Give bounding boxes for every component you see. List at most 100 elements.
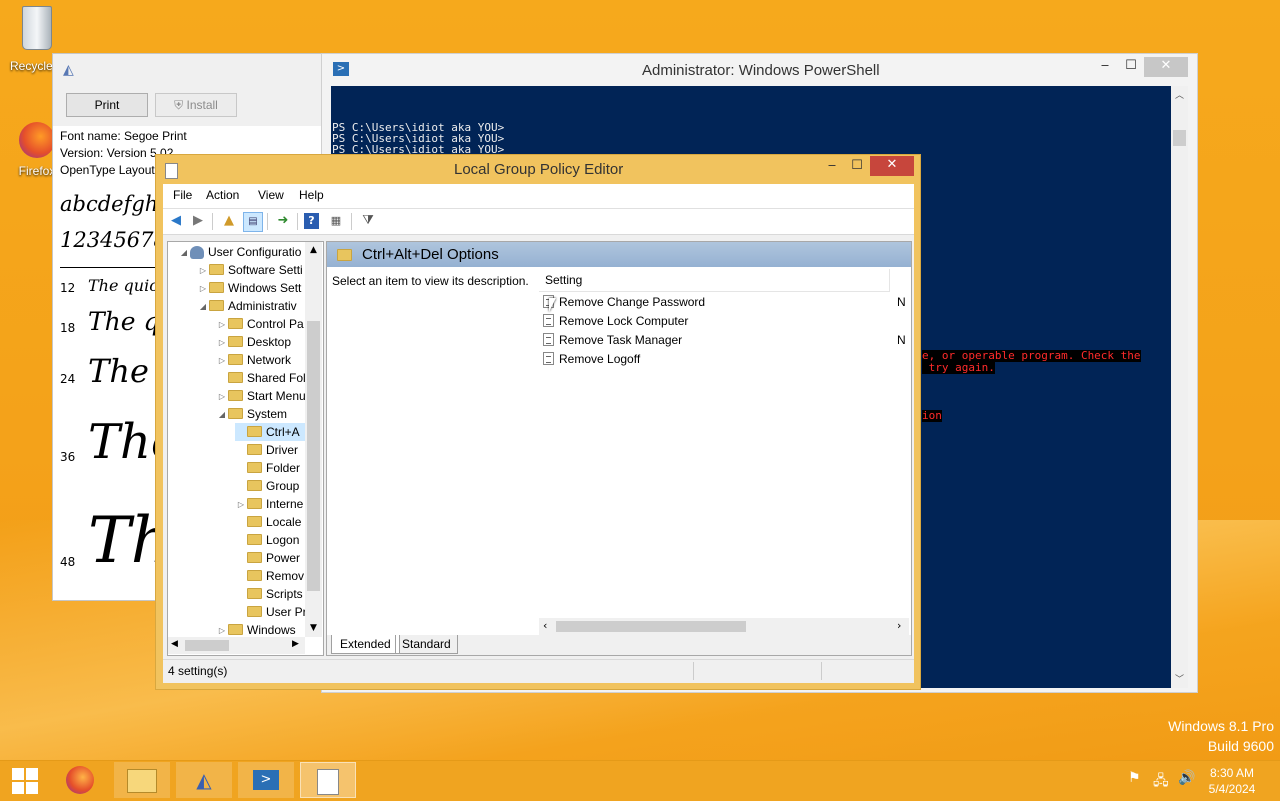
size-label-36: 36	[60, 450, 76, 464]
collapsed-arrow-icon[interactable]: ▷	[216, 316, 228, 334]
tree-item[interactable]: Ctrl+A	[235, 423, 308, 441]
properties-icon[interactable]: ▦	[327, 212, 345, 230]
expanded-arrow-icon[interactable]: ◢	[216, 406, 228, 424]
vertical-scrollbar[interactable]: ︿ ﹀	[1171, 86, 1188, 688]
tray-flag-icon[interactable]: ⚑	[1128, 770, 1141, 786]
menu-view[interactable]: View	[258, 184, 284, 206]
install-button[interactable]: ⛨ Install	[155, 93, 237, 117]
up-folder-icon[interactable]: ▲	[220, 212, 238, 230]
console-output: PS C:\Users\idiot aka YOU> PS C:\Users\i…	[332, 122, 504, 155]
tree-item[interactable]: User Pr	[235, 603, 307, 621]
scroll-thumb[interactable]	[1173, 130, 1186, 146]
start-button[interactable]	[10, 766, 40, 794]
tree-item[interactable]: ▷ Windows Sett	[197, 279, 301, 297]
collapsed-arrow-icon[interactable]: ▷	[216, 388, 228, 406]
tab-standard[interactable]: Standard	[395, 635, 458, 654]
tree-item[interactable]: ◢ System	[216, 405, 287, 423]
maximize-button[interactable]: ☐	[1116, 57, 1146, 77]
tree-item[interactable]: ▷ Desktop	[216, 333, 291, 351]
setting-row[interactable]: Remove Logoff	[543, 350, 911, 369]
tree-item[interactable]: ▷ Software Setti	[197, 261, 303, 279]
scroll-right-icon[interactable]: ▶	[292, 639, 299, 649]
scroll-thumb[interactable]	[185, 640, 229, 651]
tree-pane[interactable]: ◢ User Configuratio ▷ Software Setti ▷ Window…	[167, 241, 324, 656]
tree-item[interactable]: Group	[235, 477, 299, 495]
expanded-arrow-icon[interactable]: ◢	[197, 298, 209, 316]
scroll-thumb[interactable]	[307, 321, 320, 591]
taskbar-firefox[interactable]	[52, 762, 108, 798]
menu-help[interactable]: Help	[299, 184, 324, 206]
scroll-right-icon[interactable]: ›	[897, 619, 901, 632]
tree-item-label: Interne	[266, 497, 304, 511]
scroll-thumb[interactable]	[556, 621, 746, 632]
menu-action[interactable]: Action	[206, 184, 239, 206]
collapsed-arrow-icon[interactable]: ▷	[216, 334, 228, 352]
folder-icon	[247, 570, 262, 582]
scroll-left-icon[interactable]: ‹	[543, 619, 547, 632]
tree-item[interactable]: ▷ Windows	[216, 621, 296, 637]
scroll-left-icon[interactable]: ◀	[171, 639, 178, 649]
collapsed-arrow-icon[interactable]: ▷	[197, 262, 209, 280]
tree-vertical-scrollbar[interactable]: ▲ ▼	[305, 242, 322, 637]
clock[interactable]: 8:30 AM 5/4/2024	[1200, 765, 1264, 797]
scroll-up-icon[interactable]: ︿	[1171, 88, 1188, 101]
details-horizontal-scrollbar[interactable]: ‹ ›	[539, 618, 909, 635]
taskbar-notepad[interactable]	[300, 762, 356, 798]
collapsed-arrow-icon[interactable]: ▷	[216, 622, 228, 637]
collapsed-arrow-icon[interactable]: ▷	[197, 280, 209, 298]
tree-item[interactable]: Driver	[235, 441, 298, 459]
tree-item[interactable]: ▷ Control Pa	[216, 315, 304, 333]
tree-item[interactable]: Remov	[235, 567, 304, 585]
tree-item[interactable]: Folder	[235, 459, 300, 477]
tree-item-label: Power	[266, 551, 301, 565]
tree-horizontal-scrollbar[interactable]: ◀ ▶	[168, 637, 305, 654]
tree-item[interactable]: ▷ Start Menu	[216, 387, 306, 405]
tray-network-icon[interactable]: 🖧	[1153, 770, 1169, 794]
tree-item-label: User Pr	[266, 605, 307, 619]
column-header-setting[interactable]: Setting	[539, 269, 890, 292]
export-list-icon[interactable]: ➜	[274, 212, 292, 230]
mouse-cursor-icon	[549, 298, 556, 312]
tree-item[interactable]: ◢ User Configuratio	[178, 243, 301, 261]
setting-row[interactable]: Remove Lock Computer	[543, 312, 911, 331]
back-icon[interactable]: ◀	[167, 212, 185, 230]
close-button[interactable]: ✕	[1144, 57, 1188, 77]
taskbar-file-explorer[interactable]	[114, 762, 170, 798]
help-icon[interactable]: ?	[304, 213, 319, 229]
clock-date: 5/4/2024	[1208, 782, 1256, 796]
scroll-down-icon[interactable]: ▼	[305, 623, 322, 633]
taskbar-powershell[interactable]: >	[238, 762, 294, 798]
scroll-down-icon[interactable]: ﹀	[1171, 672, 1188, 685]
folder-icon	[209, 264, 224, 276]
filter-icon[interactable]: ⧩	[359, 212, 377, 230]
setting-row[interactable]: Remove Task Manager N	[543, 331, 911, 350]
close-button[interactable]: ✕	[870, 156, 914, 176]
collapsed-arrow-icon[interactable]: ▷	[216, 352, 228, 370]
maximize-button[interactable]: ☐	[842, 157, 872, 177]
setting-row[interactable]: Remove Change Password N	[543, 293, 911, 312]
folder-icon	[337, 249, 352, 261]
show-hide-tree-icon[interactable]: ▤	[243, 212, 263, 232]
collapsed-arrow-icon[interactable]: ▷	[235, 496, 247, 514]
toolbar-separator	[212, 213, 213, 230]
scroll-up-icon[interactable]: ▲	[305, 245, 322, 255]
tree-item[interactable]: Scripts	[235, 585, 303, 603]
print-button[interactable]: Print	[66, 93, 148, 117]
expanded-arrow-icon[interactable]: ◢	[178, 244, 190, 262]
gpedit-app-icon	[165, 163, 178, 179]
tab-extended[interactable]: Extended	[331, 635, 400, 654]
tree-item[interactable]: Logon	[235, 531, 299, 549]
tray-volume-icon[interactable]: 🔊	[1178, 770, 1195, 786]
details-tabs: Extended Standard	[327, 635, 911, 655]
taskbar-font-viewer[interactable]: ◭	[176, 762, 232, 798]
tree-item[interactable]: Power	[235, 549, 300, 567]
tree-item[interactable]: Locale	[235, 513, 301, 531]
menu-file[interactable]: File	[173, 184, 192, 206]
tree-item[interactable]: ▷ Interne	[235, 495, 303, 513]
tree-item[interactable]: ▷ Network	[216, 351, 291, 369]
tree-item[interactable]: ◢ Administrativ	[197, 297, 297, 315]
tree-item[interactable]: Shared Fol	[216, 369, 306, 387]
forward-icon[interactable]: ▶	[189, 212, 207, 230]
status-bar: 4 setting(s)	[163, 659, 914, 682]
tree-item-label: Start Menu	[247, 389, 306, 403]
